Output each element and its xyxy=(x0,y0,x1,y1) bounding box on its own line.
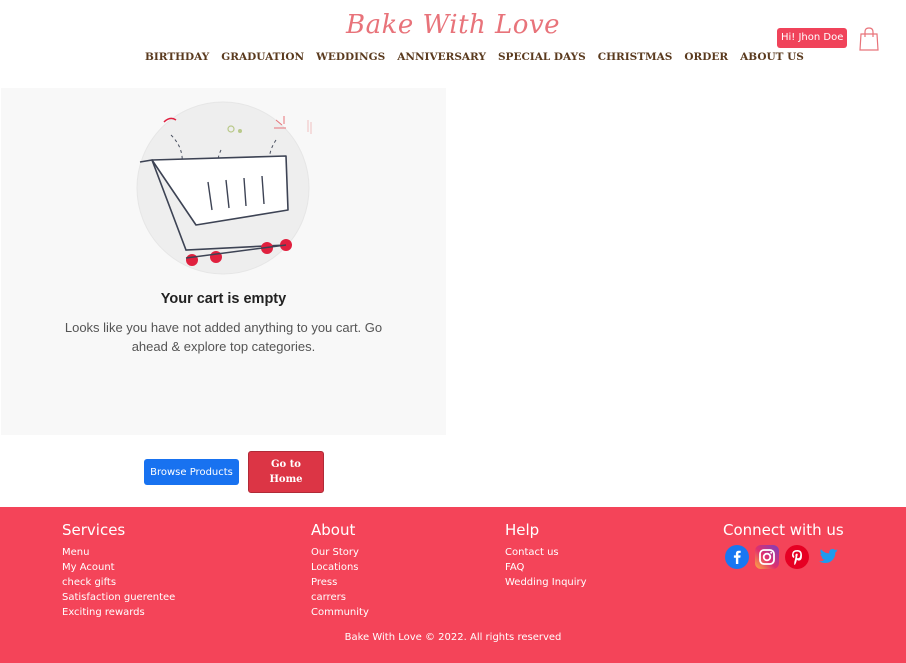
copyright-text: Bake With Love © 2022. All rights reserv… xyxy=(344,632,562,643)
footer-link-my-account[interactable]: My Acount xyxy=(62,560,175,575)
empty-cart-panel: Your cart is empty Looks like you have n… xyxy=(1,88,446,435)
footer-about: About Our Story Locations Press carrers … xyxy=(311,521,369,620)
empty-cart-message: Looks like you have not added anything t… xyxy=(64,320,383,354)
footer-link-press[interactable]: Press xyxy=(311,575,369,590)
footer-link-menu[interactable]: Menu xyxy=(62,545,175,560)
nav-order[interactable]: ORDER xyxy=(684,51,728,63)
main-nav: BIRTHDAY GRADUATION WEDDINGS ANNIVERSARY… xyxy=(145,51,816,63)
user-account-button[interactable]: Hi! Jhon Doe xyxy=(777,28,848,48)
footer-link-rewards[interactable]: Exciting rewards xyxy=(62,605,175,620)
footer-link-wedding-inquiry[interactable]: Wedding Inquiry xyxy=(505,575,587,590)
instagram-icon[interactable] xyxy=(755,545,779,569)
footer-link-community[interactable]: Community xyxy=(311,605,369,620)
nav-birthday[interactable]: BIRTHDAY xyxy=(145,51,209,63)
twitter-icon[interactable] xyxy=(815,545,839,569)
footer-link-check-gifts[interactable]: check gifts xyxy=(62,575,175,590)
footer-connect-title: Connect with us xyxy=(723,521,844,539)
nav-christmas[interactable]: CHRISTMAS xyxy=(598,51,673,63)
footer-link-faq[interactable]: FAQ xyxy=(505,560,587,575)
nav-graduation[interactable]: GRADUATION xyxy=(221,51,304,63)
footer-connect: Connect with us xyxy=(723,521,844,545)
nav-anniversary[interactable]: ANNIVERSARY xyxy=(397,51,486,63)
pinterest-icon[interactable] xyxy=(785,545,809,569)
go-to-home-button[interactable]: Go to Home xyxy=(248,451,324,493)
footer-link-our-story[interactable]: Our Story xyxy=(311,545,369,560)
facebook-icon[interactable] xyxy=(725,545,749,569)
footer-help: Help Contact us FAQ Wedding Inquiry xyxy=(505,521,587,590)
nav-about-us[interactable]: ABOUT US xyxy=(740,51,804,63)
footer-link-careers[interactable]: carrers xyxy=(311,590,369,605)
site-footer: Services Menu My Acount check gifts Sati… xyxy=(0,507,906,663)
footer-help-title: Help xyxy=(505,521,540,539)
footer-services-title: Services xyxy=(62,521,126,539)
shopping-bag-icon[interactable] xyxy=(859,27,879,51)
nav-weddings[interactable]: WEDDINGS xyxy=(316,51,385,63)
footer-services: Services Menu My Acount check gifts Sati… xyxy=(62,521,175,620)
empty-cart-illustration xyxy=(136,101,312,275)
nav-special-days[interactable]: SPECIAL DAYS xyxy=(498,51,586,63)
browse-products-button[interactable]: Browse Products xyxy=(144,459,239,485)
footer-link-contact[interactable]: Contact us xyxy=(505,545,587,560)
footer-about-title: About xyxy=(311,521,356,539)
footer-link-locations[interactable]: Locations xyxy=(311,560,369,575)
social-links xyxy=(725,545,839,569)
empty-cart-title: Your cart is empty xyxy=(160,291,287,307)
brand-logo[interactable]: Bake With Love xyxy=(0,10,906,40)
footer-link-satisfaction[interactable]: Satisfaction guerentee xyxy=(62,590,175,605)
